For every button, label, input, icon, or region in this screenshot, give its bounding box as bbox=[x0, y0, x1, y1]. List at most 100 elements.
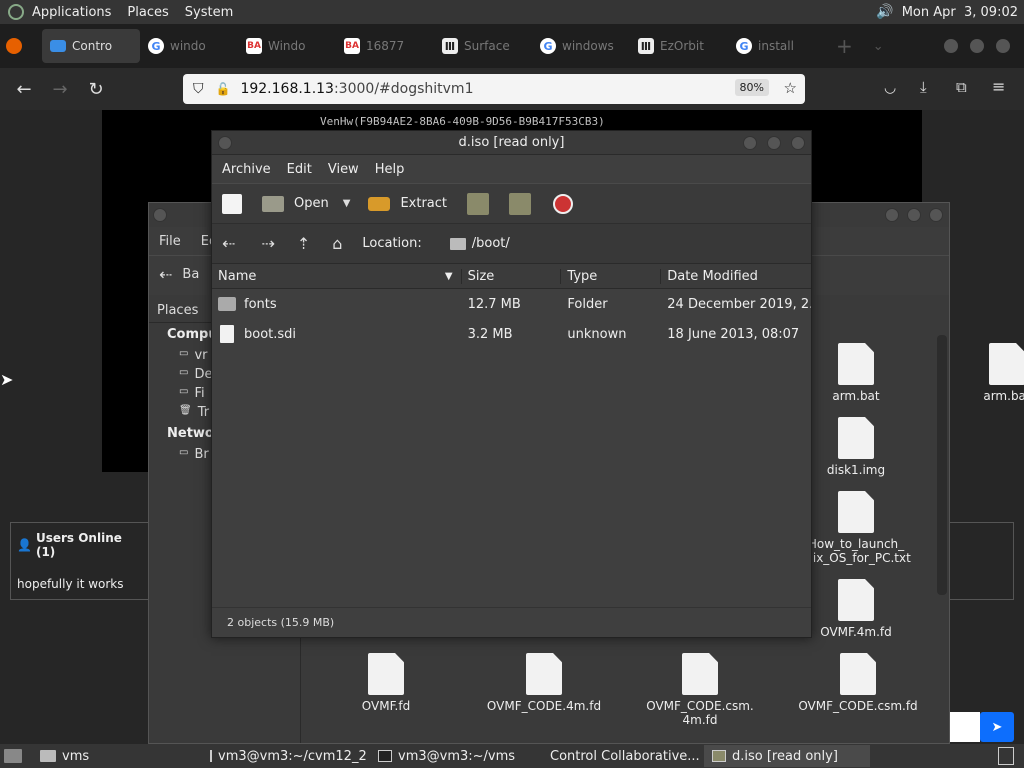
forward-arrow-icon[interactable]: → bbox=[42, 74, 78, 104]
column-header-date[interactable]: Date Modified bbox=[661, 269, 811, 284]
grid-file-item[interactable]: OVMF_CODE.csm.fd bbox=[788, 653, 928, 713]
window-menu-icon[interactable] bbox=[218, 136, 232, 150]
taskbar-item[interactable]: vms bbox=[32, 745, 202, 767]
grid-file-item[interactable]: arm.bat bbox=[937, 343, 1024, 403]
google-icon: G bbox=[540, 38, 556, 54]
google-icon: G bbox=[148, 38, 164, 54]
url-text[interactable]: 192.168.1.13:3000/#dogshitvm1 bbox=[240, 81, 473, 97]
insecure-lock-icon[interactable]: 🔓 bbox=[216, 82, 231, 96]
file-menu[interactable]: File bbox=[159, 234, 181, 249]
archive-menubar: Archive Edit View Help bbox=[212, 155, 811, 183]
back-arrow-icon[interactable]: ← bbox=[6, 74, 42, 104]
file-icon bbox=[838, 417, 874, 459]
status-bar: 2 objects (15.9 MB) bbox=[212, 607, 811, 637]
view-menu[interactable]: View bbox=[320, 162, 367, 177]
window-menu-icon[interactable] bbox=[153, 208, 167, 222]
tab-google-3[interactable]: G install bbox=[728, 29, 826, 63]
tab-google-2[interactable]: G windows bbox=[532, 29, 630, 63]
back-arrow-icon[interactable]: ⇠ bbox=[222, 234, 235, 253]
grid-file-item[interactable]: OVMF_CODE.4m.fd bbox=[474, 653, 614, 713]
forward-arrow-icon[interactable]: ⇢ bbox=[261, 234, 274, 253]
help-menu[interactable]: Help bbox=[367, 162, 413, 177]
edit-menu[interactable]: Edit bbox=[279, 162, 320, 177]
shield-icon[interactable]: ⛉ bbox=[193, 81, 204, 97]
extract-icon[interactable] bbox=[368, 196, 391, 211]
url-path: :3000/#dogshitvm1 bbox=[333, 81, 474, 97]
file-icon bbox=[220, 325, 234, 343]
clock[interactable]: Mon Apr 3, 09:02 bbox=[902, 5, 1018, 20]
tab-archive-1[interactable]: Ⅲ Surface bbox=[434, 29, 532, 63]
window-control-icon[interactable] bbox=[970, 39, 984, 53]
location-value[interactable]: /boot/ bbox=[472, 236, 510, 251]
open-icon[interactable] bbox=[262, 195, 284, 212]
url-bar[interactable]: ⛉ 🔓 192.168.1.13:3000/#dogshitvm1 80% ☆ bbox=[183, 74, 805, 104]
browser-nav-bar: ← → ↻ ⛉ 🔓 192.168.1.13:3000/#dogshitvm1 … bbox=[0, 68, 1024, 110]
file-icon bbox=[682, 653, 718, 695]
tab-list-icon[interactable]: ⌄ bbox=[873, 39, 884, 54]
back-button-label[interactable]: Ba bbox=[182, 267, 199, 282]
tab-google-1[interactable]: G windo bbox=[140, 29, 238, 63]
tab-ba-2[interactable]: BA 16877 bbox=[336, 29, 434, 63]
tab-ba-1[interactable]: BA Windo bbox=[238, 29, 336, 63]
archive-toolbar: Open ▼ Extract bbox=[212, 183, 811, 223]
bookmark-star-icon[interactable]: ☆ bbox=[784, 79, 797, 97]
hamburger-menu-icon[interactable]: ≡ bbox=[992, 77, 1005, 96]
back-arrow-icon[interactable]: ⇠ bbox=[159, 265, 172, 284]
download-icon[interactable]: ⤓ bbox=[920, 78, 927, 96]
close-icon[interactable] bbox=[791, 136, 805, 150]
maximize-icon[interactable] bbox=[907, 208, 921, 222]
table-row[interactable]: fonts 12.7 MB Folder 24 December 2019, 2… bbox=[212, 289, 811, 319]
volume-icon[interactable]: 🔊 bbox=[876, 4, 893, 20]
column-header-name[interactable]: Name ▼ bbox=[212, 268, 462, 284]
google-icon: G bbox=[736, 38, 752, 54]
column-header-type[interactable]: Type bbox=[561, 268, 662, 284]
taskbar-item[interactable]: vm3@vm3:~/cvm12_2 bbox=[202, 745, 370, 767]
window-control-icon[interactable] bbox=[944, 39, 958, 53]
applications-menu[interactable]: Applications bbox=[24, 5, 119, 20]
archive-manager-window[interactable]: d.iso [read only] Archive Edit View Help… bbox=[211, 130, 812, 638]
zoom-level[interactable]: 80% bbox=[734, 79, 769, 96]
trash-icon[interactable] bbox=[998, 747, 1014, 765]
pocket-icon[interactable]: ◡ bbox=[884, 80, 896, 96]
window-control-icon[interactable] bbox=[996, 39, 1010, 53]
send-button[interactable]: ➤ bbox=[980, 712, 1014, 742]
new-tab-icon[interactable]: + bbox=[836, 34, 853, 58]
firefox-icon[interactable] bbox=[6, 38, 22, 54]
open-button[interactable]: Open bbox=[294, 196, 329, 211]
gnome-logo-icon[interactable] bbox=[8, 4, 24, 20]
reload-icon[interactable]: ↻ bbox=[78, 74, 114, 104]
filesystem-icon: ▭ bbox=[179, 386, 189, 397]
column-header-size[interactable]: Size bbox=[462, 268, 562, 284]
show-desktop-icon[interactable] bbox=[4, 749, 22, 763]
grid-file-item[interactable]: OVMF.fd bbox=[316, 653, 456, 713]
taskbar-item[interactable]: d.iso [read only] bbox=[704, 745, 870, 767]
sort-down-icon: ▼ bbox=[444, 270, 453, 282]
taskbar-item[interactable]: Control Collaborative... bbox=[536, 745, 704, 767]
new-archive-icon[interactable] bbox=[222, 193, 242, 214]
table-row[interactable]: boot.sdi 3.2 MB unknown 18 June 2013, 08… bbox=[212, 319, 811, 349]
tab-archive-2[interactable]: Ⅲ EzOrbit bbox=[630, 29, 728, 63]
tab-control[interactable]: Contro bbox=[42, 29, 140, 63]
users-online-panel: 👤 Users Online (1) hopefully it works bbox=[10, 522, 150, 600]
minimize-icon[interactable] bbox=[885, 208, 899, 222]
maximize-icon[interactable] bbox=[767, 136, 781, 150]
minimize-icon[interactable] bbox=[743, 136, 757, 150]
open-dropdown-icon[interactable]: ▼ bbox=[343, 198, 351, 209]
extensions-icon[interactable]: ⧉ bbox=[956, 78, 967, 96]
system-menu[interactable]: System bbox=[177, 5, 241, 20]
ba-icon: BA bbox=[344, 38, 360, 54]
stop-icon[interactable] bbox=[553, 193, 573, 214]
extract-button[interactable]: Extract bbox=[400, 196, 447, 211]
home-icon[interactable]: ⌂ bbox=[332, 234, 342, 253]
file-icon bbox=[838, 343, 874, 385]
grid-file-item[interactable]: OVMF_CODE.csm. 4m.fd bbox=[630, 653, 770, 727]
up-arrow-icon[interactable]: ⇡ bbox=[297, 234, 310, 253]
online-user[interactable]: hopefully it works bbox=[17, 577, 143, 591]
archive-manager-titlebar[interactable]: d.iso [read only] bbox=[212, 131, 811, 155]
add-files-icon[interactable] bbox=[467, 192, 489, 215]
taskbar-item[interactable]: vm3@vm3:~/vms bbox=[370, 745, 536, 767]
places-menu[interactable]: Places bbox=[119, 5, 176, 20]
close-icon[interactable] bbox=[929, 208, 943, 222]
add-folder-icon[interactable] bbox=[509, 192, 531, 215]
archive-menu[interactable]: Archive bbox=[214, 162, 279, 177]
